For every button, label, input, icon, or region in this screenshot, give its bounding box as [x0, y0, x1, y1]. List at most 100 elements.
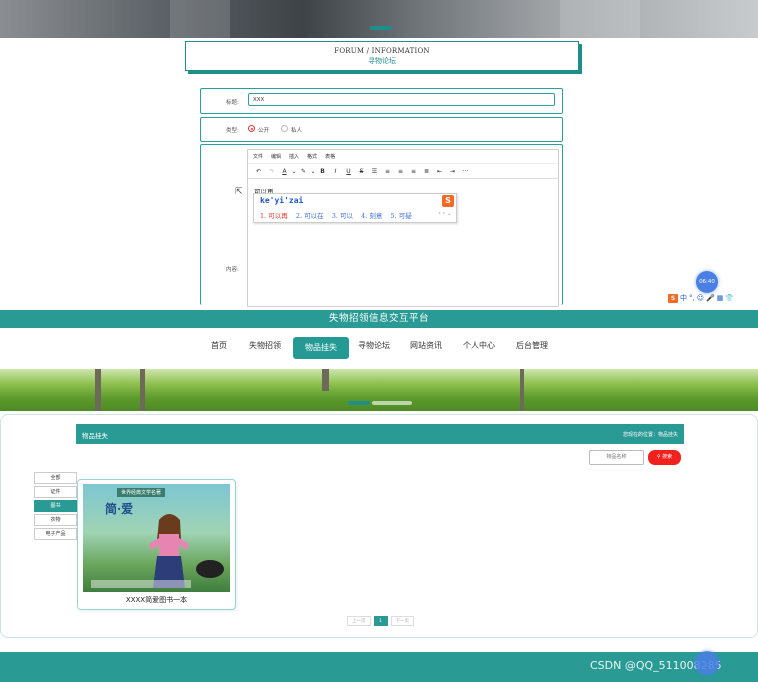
book-cover-title: 简·爱 [105, 502, 134, 516]
sogou-logo-icon[interactable]: S [668, 293, 678, 303]
ime-skin-icon[interactable]: 👕 [725, 294, 734, 302]
ime-punct-icon[interactable]: °, [689, 294, 695, 302]
product-name[interactable]: XXXX简爱图书一本 [78, 595, 235, 605]
search-input[interactable]: 物品名称 [589, 450, 644, 465]
main-nav: 首页 失物招领 物品挂失 寻物论坛 网站资讯 个人中心 后台管理 [0, 333, 758, 363]
title-input[interactable]: XXX [248, 93, 555, 106]
align-center-icon[interactable]: ≡ [394, 168, 407, 175]
strikethrough-icon[interactable]: S [355, 168, 368, 175]
grass-banner-image [0, 369, 758, 411]
font-color-icon[interactable]: A [278, 168, 291, 175]
book-badge [196, 560, 224, 578]
forum-title-cn: 寻物论坛 [368, 57, 396, 65]
type-row: 类型: 公开 私人 [200, 117, 563, 142]
banner-decor [520, 369, 524, 411]
type-label: 类型: [226, 128, 239, 134]
banner-indicator[interactable] [372, 401, 412, 405]
ime-candidate[interactable]: 4. 刻意 [361, 212, 382, 220]
outdent-icon[interactable]: ⇤ [433, 168, 446, 175]
search-button[interactable]: ⚲ 搜索 [648, 450, 681, 465]
nav-lost-found[interactable]: 失物招领 [249, 340, 281, 351]
radio-public[interactable] [248, 125, 255, 132]
book-series-label: 世界经典文学名著 [117, 488, 166, 497]
floating-bubble[interactable] [695, 651, 719, 675]
category-books[interactable]: 图书 [34, 500, 77, 512]
list-icon[interactable]: ☰ [368, 168, 381, 175]
ime-candidate[interactable]: 5. 可疑 [390, 212, 411, 220]
rich-text-editor[interactable]: 文件 编辑 插入 格式 表格 ↶ ↷ A ⌄ ✎ ⌄ B I U S ☰ ≡ ≡… [247, 149, 559, 307]
banner-decor [140, 369, 145, 411]
undo-icon[interactable]: ↶ [252, 168, 265, 175]
category-list: 全部 证件 图书 衣物 电子产品 [34, 472, 77, 542]
book-cover-image[interactable]: 世界经典文学名著 简·爱 [83, 484, 230, 592]
highlight-icon[interactable]: ✎ [297, 168, 310, 175]
content-row: 内容: ⇱ 文件 编辑 插入 格式 表格 ↶ ↷ A ⌄ ✎ ⌄ B I U S… [200, 144, 563, 307]
category-clothing[interactable]: 衣物 [34, 514, 77, 526]
title-row: 标题: XXX [200, 88, 563, 114]
book-cover-figure [149, 514, 189, 588]
category-all[interactable]: 全部 [34, 472, 77, 484]
ime-candidate[interactable]: 2. 可以在 [296, 212, 324, 220]
search-icon: ⚲ [656, 454, 661, 460]
forum-title-en: FORUM / INFORMATION [334, 47, 430, 55]
book-blurb [91, 580, 191, 588]
nav-home[interactable]: 首页 [211, 340, 227, 351]
bold-icon[interactable]: B [316, 168, 329, 175]
ime-page-nav-icon[interactable]: ‹ › ⌄ [438, 210, 452, 217]
radio-private-label[interactable]: 私人 [291, 126, 302, 134]
align-justify-icon[interactable]: ≣ [420, 168, 433, 175]
menu-edit[interactable]: 编辑 [271, 153, 281, 160]
indent-icon[interactable]: ⇥ [446, 168, 459, 175]
ime-candidate-list: 1. 可以再 2. 可以在 3. 可以 4. 刻意 5. 可疑 [260, 210, 418, 220]
clock-bubble[interactable]: 06:40 [696, 271, 718, 293]
title-label: 标题: [226, 100, 239, 106]
ime-candidate-popup: ke'yi'zai S 1. 可以再 2. 可以在 3. 可以 4. 刻意 5.… [253, 193, 457, 223]
breadcrumb: 您现在的位置：物品挂失 [622, 432, 678, 438]
nav-report-lost[interactable]: 物品挂失 [293, 337, 349, 359]
editor-menubar: 文件 编辑 插入 格式 表格 [248, 150, 558, 164]
product-card[interactable]: 世界经典文学名著 简·爱 XXXX简爱图书一本 [77, 479, 236, 610]
ime-pinyin: ke'yi'zai [260, 196, 304, 205]
ime-emoji-icon[interactable]: ☺ [697, 294, 704, 302]
banner-decor [560, 0, 640, 38]
align-right-icon[interactable]: ≡ [407, 168, 420, 175]
category-id-card[interactable]: 证件 [34, 486, 77, 498]
category-electronics[interactable]: 电子产品 [34, 528, 77, 540]
more-icon[interactable]: ··· [459, 168, 472, 175]
pagination-prev[interactable]: 上一页 [347, 616, 371, 626]
editor-toolbar: ↶ ↷ A ⌄ ✎ ⌄ B I U S ☰ ≡ ≡ ≡ ≣ ⇤ ⇥ ··· [248, 164, 558, 179]
radio-public-label[interactable]: 公开 [258, 126, 269, 134]
menu-insert[interactable]: 插入 [289, 153, 299, 160]
redo-icon[interactable]: ↷ [265, 168, 278, 175]
ime-lang-icon[interactable]: 中 [680, 293, 687, 303]
ime-keyboard-icon[interactable]: ▦ [717, 294, 724, 302]
align-left-icon[interactable]: ≡ [381, 168, 394, 175]
banner-indicator[interactable] [348, 401, 370, 405]
mouse-cursor-icon: ⇱ [235, 187, 243, 197]
ime-candidate[interactable]: 3. 可以 [332, 212, 353, 220]
banner-decor [170, 0, 230, 38]
nav-news[interactable]: 网站资讯 [410, 340, 442, 351]
menu-file[interactable]: 文件 [253, 153, 263, 160]
italic-icon[interactable]: I [329, 168, 342, 175]
pagination-current[interactable]: 1 [373, 616, 388, 626]
site-header: 失物招领信息交互平台 [0, 310, 758, 328]
menu-format[interactable]: 格式 [307, 153, 317, 160]
search-button-label: 搜索 [662, 454, 673, 460]
banner-decor [95, 369, 101, 411]
sogou-logo-icon: S [442, 195, 454, 207]
pagination-next[interactable]: 下一页 [390, 616, 414, 626]
section-title: 物品挂失 [82, 432, 108, 440]
banner-decor [322, 369, 329, 391]
underline-icon[interactable]: U [342, 168, 355, 175]
radio-private[interactable] [281, 125, 288, 132]
ime-candidate[interactable]: 1. 可以再 [260, 212, 288, 220]
nav-forum[interactable]: 寻物论坛 [358, 340, 390, 351]
nav-admin[interactable]: 后台管理 [516, 340, 548, 351]
nav-profile[interactable]: 个人中心 [463, 340, 495, 351]
ime-voice-icon[interactable]: 🎤 [706, 294, 715, 302]
pagination: 上一页 1 下一页 [347, 616, 414, 626]
menu-table[interactable]: 表格 [325, 153, 335, 160]
banner-indicator[interactable] [370, 26, 392, 30]
section-bar: 物品挂失 您现在的位置：物品挂失 [76, 424, 684, 444]
